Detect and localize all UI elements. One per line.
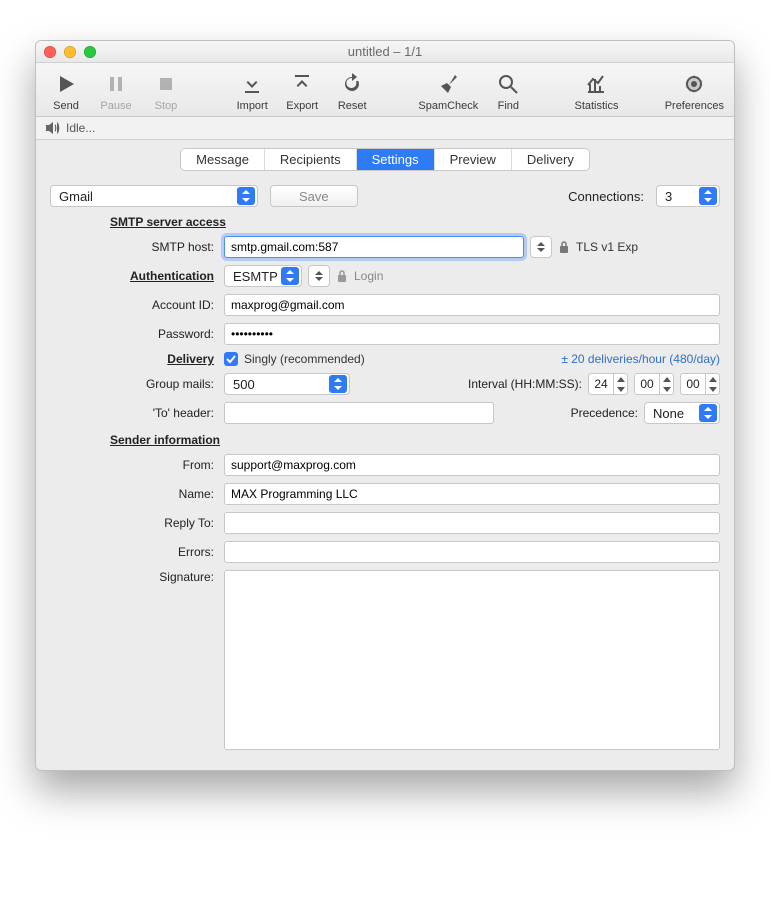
precedence-label: Precedence: [571, 406, 638, 420]
section-delivery: Delivery [50, 352, 218, 366]
stop-icon [153, 71, 179, 97]
name-input[interactable] [224, 483, 720, 505]
tab-message[interactable]: Message [181, 149, 265, 170]
rate-hint: ± 20 deliveries/hour (480/day) [561, 352, 720, 366]
name-label: Name: [50, 487, 218, 501]
from-label: From: [50, 458, 218, 472]
smtp-host-label: SMTP host: [50, 240, 218, 254]
interval-mm[interactable]: 00 [634, 373, 674, 395]
titlebar: untitled – 1/1 [36, 41, 734, 63]
singly-label: Singly (recommended) [244, 352, 365, 366]
app-window: untitled – 1/1 Send Pause Stop [35, 40, 735, 771]
import-button[interactable]: Import [232, 71, 272, 112]
zoom-icon[interactable] [84, 46, 96, 58]
password-label: Password: [50, 327, 218, 341]
errors-input[interactable] [224, 541, 720, 563]
find-button[interactable]: Find [488, 71, 528, 112]
section-sender: Sender information [50, 433, 720, 447]
to-header-label: 'To' header: [50, 406, 218, 420]
spamcheck-button[interactable]: SpamCheck [418, 71, 478, 112]
chevron-updown-icon [237, 187, 255, 205]
settings-panel: Gmail Save Connections: 3 SMTP server ac… [36, 179, 734, 770]
search-icon [495, 71, 521, 97]
reset-button[interactable]: Reset [332, 71, 372, 112]
interval-label: Interval (HH:MM:SS): [468, 377, 582, 391]
group-mails-label: Group mails: [50, 377, 218, 391]
interval-ss[interactable]: 00 [680, 373, 720, 395]
tab-settings[interactable]: Settings [357, 149, 435, 170]
errors-label: Errors: [50, 545, 218, 559]
password-input[interactable] [224, 323, 720, 345]
preset-select[interactable]: Gmail [50, 185, 258, 207]
interval-hh[interactable]: 24 [588, 373, 628, 395]
export-icon [289, 71, 315, 97]
toolbar: Send Pause Stop Import [36, 63, 734, 117]
login-label: Login [354, 269, 383, 283]
tabs: Message Recipients Settings Preview Deli… [36, 140, 734, 179]
section-auth: Authentication [50, 269, 218, 283]
statistics-button[interactable]: Statistics [574, 71, 618, 112]
to-header-input[interactable] [224, 402, 494, 424]
tab-delivery[interactable]: Delivery [512, 149, 589, 170]
signature-textarea[interactable] [224, 570, 720, 750]
tls-label: TLS v1 Exp [576, 240, 638, 254]
lock-icon [558, 240, 570, 254]
chevron-updown-icon [329, 375, 347, 393]
speaker-icon [44, 121, 60, 135]
chevron-updown-icon [281, 267, 299, 285]
tab-recipients[interactable]: Recipients [265, 149, 357, 170]
window-title: untitled – 1/1 [36, 44, 734, 59]
chevron-updown-icon [699, 187, 717, 205]
connections-select[interactable]: 3 [656, 185, 720, 207]
smtp-host-input[interactable] [224, 236, 524, 258]
export-button[interactable]: Export [282, 71, 322, 112]
broom-icon [435, 71, 461, 97]
status-bar: Idle... [36, 117, 734, 140]
group-mails-select[interactable]: 500 [224, 373, 350, 395]
auth-mode-select[interactable]: ESMTP [224, 265, 302, 287]
minimize-icon[interactable] [64, 46, 76, 58]
account-id-input[interactable] [224, 294, 720, 316]
send-button[interactable]: Send [46, 71, 86, 112]
reply-to-input[interactable] [224, 512, 720, 534]
lock-icon [336, 269, 348, 283]
precedence-select[interactable]: None [644, 402, 720, 424]
chart-icon [583, 71, 609, 97]
import-icon [239, 71, 265, 97]
account-id-label: Account ID: [50, 298, 218, 312]
tab-preview[interactable]: Preview [435, 149, 512, 170]
close-icon[interactable] [44, 46, 56, 58]
signature-label: Signature: [50, 570, 218, 584]
from-input[interactable] [224, 454, 720, 476]
pause-icon [103, 71, 129, 97]
section-smtp: SMTP server access [50, 215, 720, 229]
reply-to-label: Reply To: [50, 516, 218, 530]
connections-label: Connections: [568, 189, 644, 204]
pause-button[interactable]: Pause [96, 71, 136, 112]
gear-icon [681, 71, 707, 97]
auth-stepper[interactable] [308, 265, 330, 287]
save-button[interactable]: Save [270, 185, 358, 207]
smtp-host-stepper[interactable] [530, 236, 552, 258]
preferences-button[interactable]: Preferences [665, 71, 724, 112]
refresh-icon [339, 71, 365, 97]
chevron-updown-icon [699, 404, 717, 422]
status-text: Idle... [66, 121, 95, 135]
singly-checkbox[interactable] [224, 352, 238, 366]
stop-button[interactable]: Stop [146, 71, 186, 112]
play-icon [53, 71, 79, 97]
